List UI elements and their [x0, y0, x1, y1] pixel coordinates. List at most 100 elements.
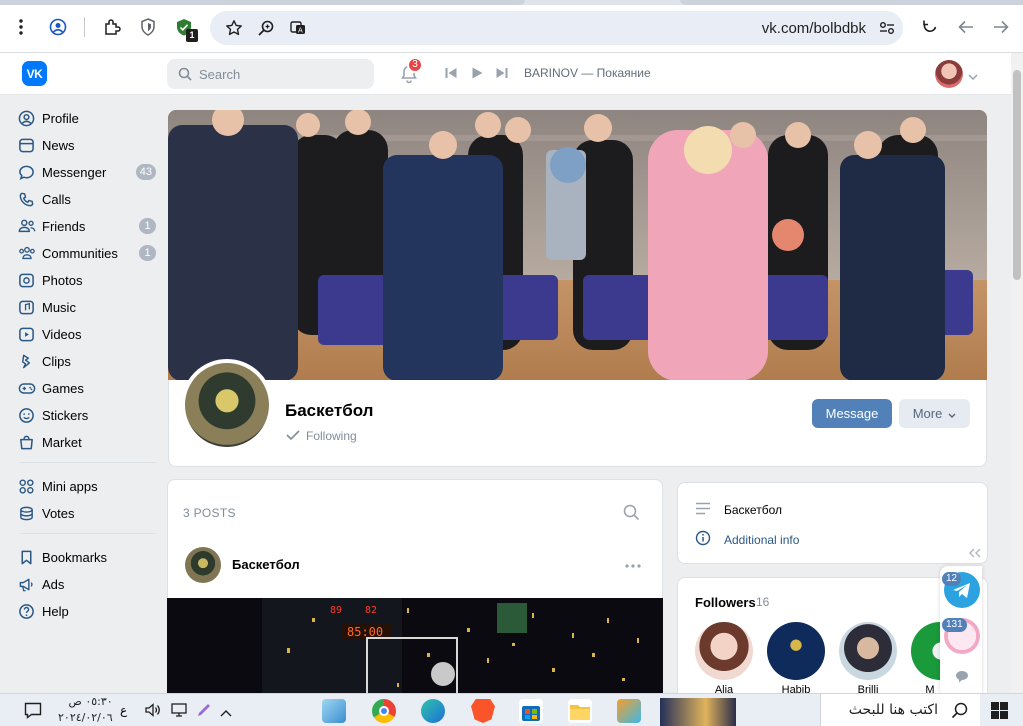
extension-badge: 1 — [186, 29, 198, 42]
mini-apps-icon — [14, 476, 42, 496]
sidebar-item-games[interactable]: Games — [14, 375, 160, 401]
collapse-panel-icon[interactable] — [969, 546, 981, 561]
zoom-icon[interactable] — [255, 17, 277, 39]
ads-icon — [14, 574, 42, 594]
sidebar-item-clips[interactable]: Clips — [14, 348, 160, 374]
follower-avatar[interactable] — [767, 622, 825, 680]
additional-info-link[interactable]: Additional info — [695, 530, 799, 549]
game-app-icon[interactable] — [617, 699, 641, 723]
post-author-name[interactable]: Баскетбол — [232, 557, 300, 572]
music-icon — [14, 297, 42, 317]
sidebar-item-label: Market — [42, 434, 82, 450]
next-track-icon[interactable] — [496, 67, 508, 82]
sidebar-item-friends[interactable]: Friends 1 — [14, 213, 160, 239]
url-text[interactable]: vk.com/bolbdbk — [762, 20, 866, 37]
brave-icon[interactable] — [471, 699, 495, 723]
community-avatar[interactable] — [181, 359, 273, 451]
reload-icon[interactable] — [919, 16, 941, 38]
messenger-icon — [14, 162, 42, 182]
post-options-icon[interactable] — [625, 556, 641, 571]
address-bar[interactable]: A vk.com/bolbdbk — [210, 11, 903, 45]
user-avatar[interactable] — [935, 60, 963, 88]
svg-text:82: 82 — [365, 605, 377, 616]
store-icon[interactable] — [519, 699, 543, 723]
taskbar-app-icon[interactable] — [322, 699, 346, 723]
chevron-up-icon[interactable] — [220, 705, 232, 720]
sidebar-item-music[interactable]: Music — [14, 294, 160, 320]
chat-bubble-icon[interactable] — [955, 670, 969, 686]
notification-center-icon[interactable] — [24, 702, 42, 722]
sidebar-item-label: Votes — [42, 505, 75, 521]
sidebar-item-ads[interactable]: Ads — [14, 571, 160, 597]
sidebar-item-label: Clips — [42, 353, 71, 369]
communities-icon — [14, 243, 42, 263]
pen-tray-icon[interactable] — [196, 702, 212, 721]
sidebar-item-label: Messenger — [42, 164, 107, 180]
chrome-icon[interactable] — [372, 699, 396, 723]
shield-extension-icon[interactable] — [137, 16, 159, 38]
sidebar-item-news[interactable]: News — [14, 132, 160, 158]
windows-taskbar: ٠٥:٣٠ ص ٢٠٢٤/٠٢/٠٦ ع اكتب هنا للبحث — [0, 693, 1023, 726]
more-button[interactable]: More — [899, 399, 970, 428]
clock[interactable]: ٠٥:٣٠ ص ٢٠٢٤/٠٢/٠٦ — [58, 694, 113, 726]
sidebar-item-market[interactable]: Market — [14, 429, 160, 455]
chevron-down-icon[interactable] — [968, 68, 978, 83]
sidebar-item-calls[interactable]: Calls — [14, 186, 160, 212]
translate-icon[interactable]: A — [287, 17, 309, 39]
post-author-avatar[interactable] — [185, 547, 221, 583]
app-chat-count-badge: 131 — [942, 618, 967, 632]
follower-avatar[interactable] — [695, 622, 753, 680]
sidebar-item-help[interactable]: Help — [14, 598, 160, 624]
stickers-icon — [14, 405, 42, 425]
followers-count: 16 — [756, 595, 770, 609]
sidebar-item-profile[interactable]: Profile — [14, 105, 160, 131]
message-button[interactable]: Message — [812, 399, 892, 428]
site-settings-icon[interactable] — [876, 17, 898, 39]
follower-avatar[interactable] — [839, 622, 897, 680]
forward-icon[interactable] — [990, 16, 1012, 38]
previous-track-icon[interactable] — [445, 67, 457, 82]
sidebar-item-label: Help — [42, 603, 69, 619]
scrollbar-thumb[interactable] — [1013, 70, 1021, 280]
sidebar-item-label: Profile — [42, 110, 79, 126]
sidebar-item-label: Mini apps — [42, 478, 98, 494]
sidebar-item-votes[interactable]: Votes — [14, 500, 160, 526]
sidebar-item-photos[interactable]: Photos — [14, 267, 160, 293]
sidebar-item-label: Ads — [42, 576, 65, 592]
language-indicator[interactable]: ع — [120, 703, 127, 717]
sidebar-item-messenger[interactable]: Messenger 43 — [14, 159, 160, 185]
edge-icon[interactable] — [421, 699, 445, 723]
bookmark-star-icon[interactable] — [223, 17, 245, 39]
communities-count-badge: 1 — [139, 245, 156, 261]
sidebar-item-mini-apps[interactable]: Mini apps — [14, 473, 160, 499]
following-status[interactable]: Following — [286, 429, 357, 443]
additional-info-label: Additional info — [724, 532, 800, 547]
sidebar-item-videos[interactable]: Videos — [14, 321, 160, 347]
search-posts-icon[interactable] — [623, 504, 640, 524]
community-info-card — [677, 482, 988, 564]
extensions-icon[interactable] — [101, 16, 123, 38]
browser-menu-icon[interactable] — [10, 16, 32, 38]
following-label: Following — [306, 429, 357, 443]
post-image[interactable]: 85:00 89 82 — [167, 598, 663, 699]
file-explorer-icon[interactable] — [568, 699, 592, 723]
network-icon[interactable] — [171, 703, 187, 720]
taskbar-search-box[interactable]: اكتب هنا للبحث — [820, 694, 980, 726]
account-icon[interactable] — [47, 16, 69, 38]
vk-search-box[interactable] — [167, 59, 374, 89]
followers-title[interactable]: Followers — [695, 595, 756, 610]
svg-text:89: 89 — [330, 605, 342, 616]
sidebar-item-communities[interactable]: Communities 1 — [14, 240, 160, 266]
volume-icon[interactable] — [145, 703, 161, 720]
search-input[interactable] — [199, 59, 369, 89]
now-playing-track[interactable]: BARINOV — Покаяние — [524, 66, 651, 80]
play-icon[interactable] — [471, 67, 483, 82]
checkmark-icon — [286, 429, 300, 443]
market-icon — [14, 432, 42, 452]
sidebar-item-bookmarks[interactable]: Bookmarks — [14, 544, 160, 570]
windows-start-icon[interactable] — [991, 702, 1008, 722]
sidebar-item-stickers[interactable]: Stickers — [14, 402, 160, 428]
toolbar-divider — [84, 17, 85, 37]
back-icon[interactable] — [955, 16, 977, 38]
vk-logo[interactable]: VK — [22, 61, 47, 86]
